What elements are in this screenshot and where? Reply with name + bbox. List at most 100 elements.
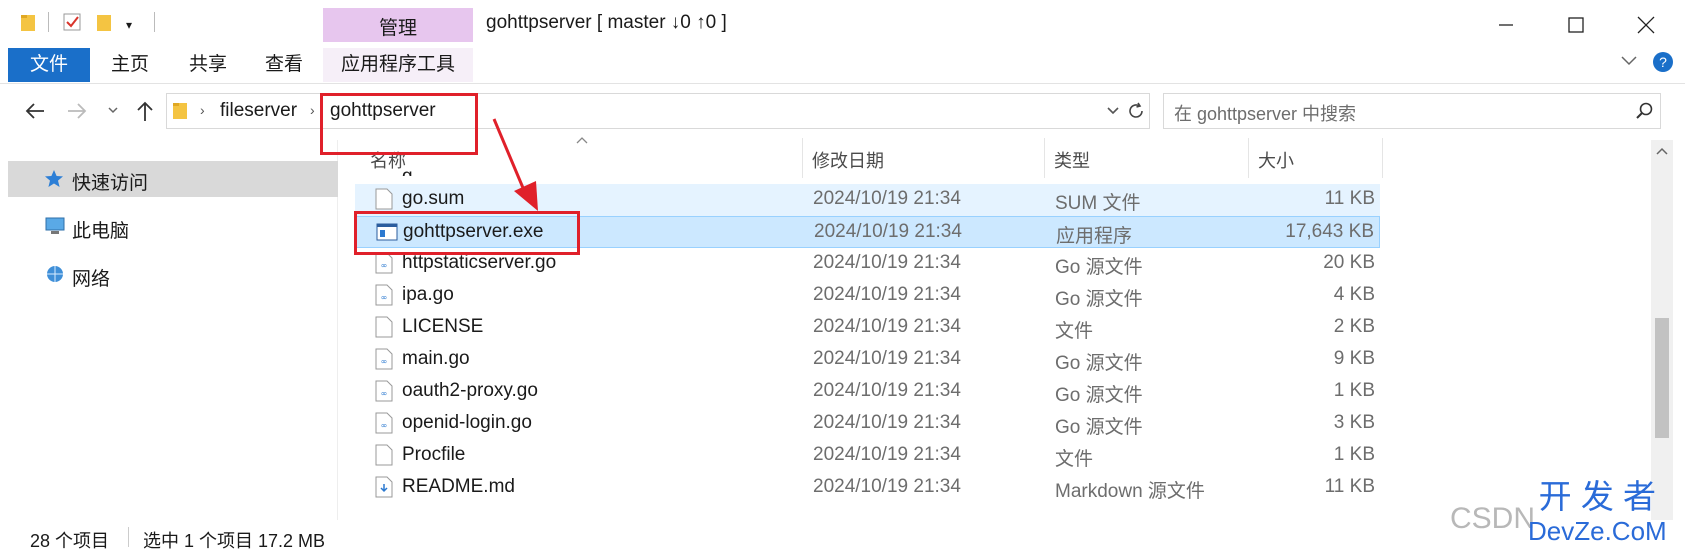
forward-arrow-icon[interactable]: [66, 100, 88, 122]
svg-text:∞: ∞: [381, 389, 388, 398]
md-file-icon: [375, 476, 393, 498]
folder-icon: [172, 100, 190, 120]
file-date: 2024/10/19 21:34: [813, 444, 961, 465]
column-divider[interactable]: [1382, 138, 1383, 178]
file-size: 1 KB: [1333, 380, 1375, 401]
column-divider[interactable]: [1044, 138, 1045, 178]
file-type: Markdown 源文件: [1055, 481, 1205, 502]
maximize-button[interactable]: [1550, 10, 1600, 40]
watermark-csdn: CSDN: [1450, 502, 1536, 535]
breadcrumb-fileserver[interactable]: fileserver: [220, 100, 297, 122]
watermark-devze-bottom: DevZe.CoM: [1528, 516, 1667, 546]
computer-icon: [44, 216, 66, 236]
file-type: Go 源文件: [1055, 289, 1143, 310]
back-arrow-icon[interactable]: [24, 100, 46, 122]
file-date: 2024/10/19 21:34: [813, 476, 961, 497]
file-date: 2024/10/19 21:34: [813, 412, 961, 433]
file-row[interactable]: ∞ openid-login.go 2024/10/19 21:34 Go 源文件 3 …: [355, 408, 1380, 440]
go-file-icon: ∞: [375, 380, 393, 402]
file-date: 2024/10/19 21:34: [813, 188, 961, 209]
file-row[interactable]: ∞ main.go 2024/10/19 21:34 Go 源文件 9 KB: [355, 344, 1380, 376]
file-date: 2024/10/19 21:34: [813, 348, 961, 369]
close-button[interactable]: [1620, 10, 1670, 40]
toolbar-divider: [154, 12, 155, 32]
file-size: 11 KB: [1324, 476, 1375, 497]
network-icon: [44, 264, 66, 284]
file-type: Go 源文件: [1055, 417, 1143, 438]
file-type: Go 源文件: [1055, 385, 1143, 406]
file-name: go.sum: [402, 188, 465, 209]
svg-text:∞: ∞: [381, 357, 388, 366]
file-date: 2024/10/19 21:34: [813, 380, 961, 401]
up-arrow-icon[interactable]: [135, 100, 155, 122]
sort-ascending-icon: [575, 136, 589, 144]
tab-share[interactable]: 共享: [178, 48, 238, 82]
file-type: Go 源文件: [1055, 257, 1143, 278]
expand-ribbon-icon[interactable]: [1620, 54, 1638, 68]
star-icon: [44, 169, 64, 189]
file-size: 4 KB: [1333, 284, 1375, 305]
file-size: 1 KB: [1333, 444, 1375, 465]
column-header-type[interactable]: 类型: [1054, 147, 1090, 173]
file-icon: [375, 316, 393, 338]
annotation-box-exe: [354, 211, 580, 255]
file-name: LICENSE: [402, 316, 484, 337]
nav-item-this-pc[interactable]: 此电脑: [72, 216, 129, 243]
column-header-size[interactable]: 大小: [1258, 147, 1294, 173]
column-divider[interactable]: [1248, 138, 1249, 178]
file-date: 2024/10/19 21:34: [814, 221, 962, 242]
svg-text:?: ?: [1659, 54, 1667, 70]
file-name: Procfile: [402, 444, 466, 465]
tab-view[interactable]: 查看: [254, 48, 314, 82]
file-row[interactable]: ∞ ipa.go 2024/10/19 21:34 Go 源文件 4 KB: [355, 280, 1380, 312]
file-icon: [375, 444, 393, 466]
recent-locations-icon[interactable]: [107, 106, 119, 116]
column-divider[interactable]: [802, 138, 803, 178]
file-date: 2024/10/19 21:34: [813, 316, 961, 337]
column-header-date[interactable]: 修改日期: [812, 147, 884, 173]
search-icon[interactable]: [1634, 101, 1654, 121]
file-name: openid-login.go: [402, 412, 532, 433]
tab-application-tools[interactable]: 应用程序工具: [323, 48, 473, 82]
status-divider: [128, 527, 129, 547]
file-name: oauth2-proxy.go: [402, 380, 538, 401]
customize-toolbar-icon[interactable]: ▾: [126, 18, 132, 32]
help-icon[interactable]: ?: [1652, 51, 1674, 73]
file-size: 3 KB: [1333, 412, 1375, 433]
file-name: main.go: [402, 348, 470, 369]
go-file-icon: ∞: [375, 252, 393, 274]
tab-home[interactable]: 主页: [100, 48, 160, 82]
file-icon: [375, 188, 393, 210]
watermark-devze: 开 发 者 DevZe.CoM: [1528, 480, 1667, 548]
file-date: 2024/10/19 21:34: [813, 284, 961, 305]
minimize-button[interactable]: [1480, 10, 1530, 40]
tab-file[interactable]: 文件: [8, 48, 90, 82]
file-row[interactable]: ∞ oauth2-proxy.go 2024/10/19 21:34 Go 源文件 1 …: [355, 376, 1380, 408]
file-type: Go 源文件: [1055, 353, 1143, 374]
scroll-up-icon[interactable]: [1656, 146, 1668, 156]
file-name: README.md: [402, 476, 515, 497]
nav-label-quick-access: 快速访问: [72, 173, 149, 194]
go-file-icon: ∞: [375, 348, 393, 370]
breadcrumb-chevron-icon: ›: [200, 102, 205, 118]
address-dropdown-icon[interactable]: [1106, 106, 1120, 116]
toolbar-divider: [48, 12, 49, 32]
properties-icon[interactable]: [62, 12, 82, 32]
go-file-icon: ∞: [375, 412, 393, 434]
refresh-icon[interactable]: [1126, 101, 1146, 121]
file-row[interactable]: LICENSE 2024/10/19 21:34 文件 2 KB: [355, 312, 1380, 344]
file-type: 文件: [1055, 321, 1094, 342]
file-name: ipa.go: [402, 284, 454, 305]
scrollbar-thumb[interactable]: [1655, 318, 1669, 438]
file-row[interactable]: README.md 2024/10/19 21:34 Markdown 源文件 11 …: [355, 472, 1380, 504]
breadcrumb-chevron-icon: ›: [310, 102, 315, 118]
file-type: 应用程序: [1056, 226, 1133, 247]
file-row[interactable]: Procfile 2024/10/19 21:34 文件 1 KB: [355, 440, 1380, 472]
file-size: 9 KB: [1333, 348, 1375, 369]
go-file-icon: ∞: [375, 284, 393, 306]
annotation-box-address: [320, 93, 478, 155]
new-folder-icon[interactable]: [96, 12, 114, 32]
nav-item-network[interactable]: 网络: [72, 264, 110, 291]
ribbon-tab-bar: [0, 42, 1685, 84]
window-title: gohttpserver [ master ↓0 ↑0 ]: [486, 12, 727, 33]
